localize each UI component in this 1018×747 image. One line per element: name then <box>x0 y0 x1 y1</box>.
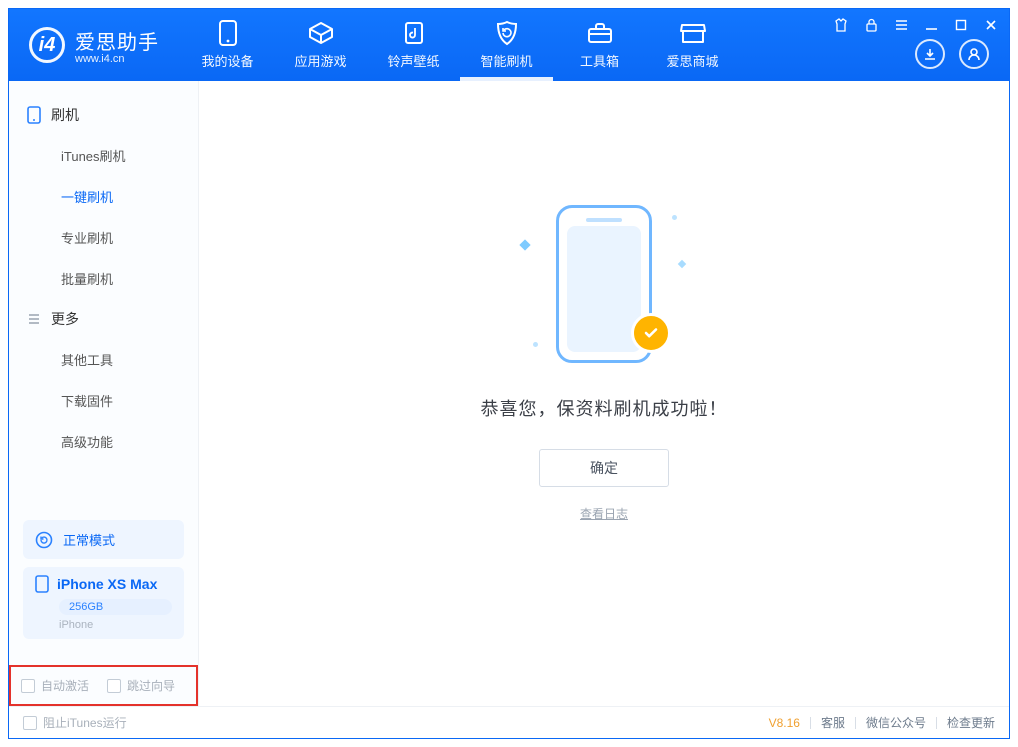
tab-apps-games[interactable]: 应用游戏 <box>274 9 367 81</box>
main-tabs: 我的设备 应用游戏 铃声壁纸 智能刷机 工具箱 爱思商城 <box>181 9 739 81</box>
shirt-icon[interactable] <box>833 17 849 33</box>
tab-store[interactable]: 爱思商城 <box>646 9 739 81</box>
status-bar: 阻止iTunes运行 V8.16 客服 微信公众号 检查更新 <box>9 706 1009 738</box>
device-card[interactable]: iPhone XS Max 256GB iPhone <box>23 567 184 639</box>
device-icon <box>214 21 242 45</box>
sidebar-group-more: 更多 <box>9 299 198 339</box>
titlebar: i4 爱思助手 www.i4.cn 我的设备 应用游戏 铃声壁纸 智能刷机 <box>9 9 1009 81</box>
checkbox-icon <box>107 679 121 693</box>
maximize-button[interactable] <box>953 17 969 33</box>
download-button[interactable] <box>915 39 945 69</box>
tab-smart-flash[interactable]: 智能刷机 <box>460 9 553 81</box>
sidebar-status: 正常模式 iPhone XS Max 256GB iPhone <box>9 510 198 657</box>
menu-icon[interactable] <box>893 17 909 33</box>
flash-options-highlight: 自动激活 跳过向导 <box>9 665 198 706</box>
lock-icon[interactable] <box>863 17 879 33</box>
sidebar: 刷机 iTunes刷机 一键刷机 专业刷机 批量刷机 更多 其他工具 下载固件 … <box>9 81 199 706</box>
logo: i4 爱思助手 www.i4.cn <box>9 26 177 65</box>
link-customer-service[interactable]: 客服 <box>821 714 845 731</box>
shield-refresh-icon <box>493 21 521 45</box>
checkbox-auto-activate[interactable]: 自动激活 <box>21 677 89 694</box>
body: 刷机 iTunes刷机 一键刷机 专业刷机 批量刷机 更多 其他工具 下载固件 … <box>9 81 1009 706</box>
checkbox-icon <box>23 716 37 730</box>
cube-icon <box>307 21 335 45</box>
checkbox-icon <box>21 679 35 693</box>
checkbox-block-itunes[interactable]: 阻止iTunes运行 <box>23 714 127 731</box>
app-name-en: www.i4.cn <box>75 53 159 65</box>
sidebar-item-download-firmware[interactable]: 下载固件 <box>9 380 198 421</box>
dot-icon <box>672 215 677 220</box>
toolbox-icon <box>586 21 614 45</box>
ok-button[interactable]: 确定 <box>539 449 669 487</box>
device-storage-badge: 256GB <box>59 599 172 615</box>
mode-status[interactable]: 正常模式 <box>23 520 184 559</box>
tab-my-device[interactable]: 我的设备 <box>181 9 274 81</box>
refresh-icon <box>35 531 53 549</box>
sidebar-item-itunes-flash[interactable]: iTunes刷机 <box>9 135 198 176</box>
tab-ringtone-wallpaper[interactable]: 铃声壁纸 <box>367 9 460 81</box>
window-controls <box>833 17 999 33</box>
titlebar-actions <box>915 39 989 69</box>
link-wechat[interactable]: 微信公众号 <box>866 714 926 731</box>
success-graphic <box>519 201 689 371</box>
sparkle-icon <box>519 239 530 250</box>
success-message: 恭喜您，保资料刷机成功啦！ <box>481 395 728 421</box>
list-icon <box>27 312 41 326</box>
check-badge-icon <box>631 313 671 353</box>
minimize-button[interactable] <box>923 17 939 33</box>
sidebar-item-batch-flash[interactable]: 批量刷机 <box>9 258 198 299</box>
close-button[interactable] <box>983 17 999 33</box>
version-label: V8.16 <box>769 716 800 730</box>
app-name-cn: 爱思助手 <box>75 26 159 55</box>
checkbox-skip-guide[interactable]: 跳过向导 <box>107 677 175 694</box>
tab-toolbox[interactable]: 工具箱 <box>553 9 646 81</box>
sidebar-item-onekey-flash[interactable]: 一键刷机 <box>9 176 198 217</box>
sidebar-item-other-tools[interactable]: 其他工具 <box>9 339 198 380</box>
main-content: 恭喜您，保资料刷机成功啦！ 确定 查看日志 <box>199 81 1009 706</box>
logo-icon: i4 <box>29 27 65 63</box>
view-log-link[interactable]: 查看日志 <box>580 505 628 522</box>
sidebar-item-pro-flash[interactable]: 专业刷机 <box>9 217 198 258</box>
dot-icon <box>533 342 538 347</box>
sparkle-icon <box>678 260 686 268</box>
phone-icon <box>27 106 41 124</box>
device-icon <box>35 575 49 593</box>
link-check-update[interactable]: 检查更新 <box>947 714 995 731</box>
device-type: iPhone <box>59 619 172 631</box>
sidebar-item-advanced[interactable]: 高级功能 <box>9 421 198 462</box>
account-button[interactable] <box>959 39 989 69</box>
sidebar-group-flash: 刷机 <box>9 95 198 135</box>
shop-icon <box>679 21 707 45</box>
music-file-icon <box>400 21 428 45</box>
app-window: i4 爱思助手 www.i4.cn 我的设备 应用游戏 铃声壁纸 智能刷机 <box>8 8 1010 739</box>
